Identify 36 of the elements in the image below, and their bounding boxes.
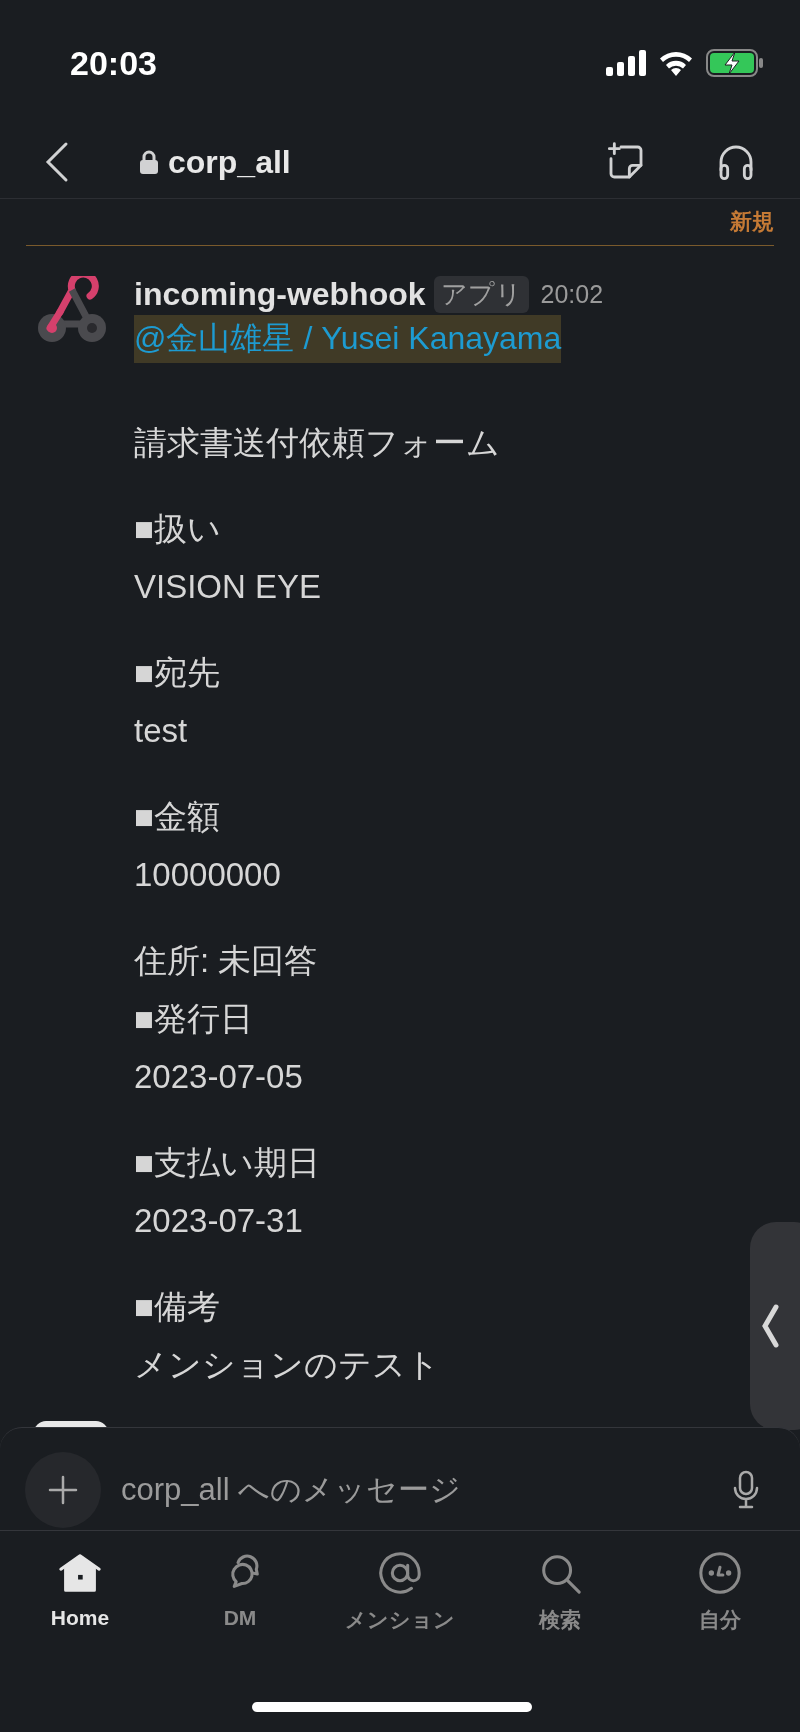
nav-tab[interactable]: メンション: [320, 1549, 480, 1635]
message-text: ■宛先: [134, 653, 221, 693]
sender-name[interactable]: incoming-webhook: [134, 276, 426, 313]
message-text: test: [134, 711, 189, 751]
channel-title: corp_all: [168, 143, 291, 181]
signal-icon: [606, 50, 646, 76]
message-text: 請求書送付依頼フォーム: [134, 423, 501, 463]
wifi-icon: [658, 50, 694, 76]
message-text: 2023-07-05: [134, 1057, 304, 1097]
message-time: 20:02: [540, 280, 604, 309]
nav-tab[interactable]: 自分: [640, 1549, 800, 1635]
back-button[interactable]: [44, 140, 70, 184]
message-text: ■備考: [134, 1287, 221, 1327]
message-text: 住所: 未回答: [134, 941, 319, 981]
message-text: メンションのテスト: [134, 1345, 441, 1385]
battery-charging-icon: [706, 49, 764, 77]
message-text: 10000000: [134, 855, 282, 895]
nav-tab[interactable]: Home: [0, 1549, 160, 1635]
face-icon: [697, 1550, 743, 1596]
at-sign-icon: [377, 1550, 423, 1596]
message-text: ■扱い: [134, 509, 222, 549]
microphone-button[interactable]: [732, 1470, 760, 1510]
status-time: 20:03: [70, 43, 157, 83]
message-input[interactable]: corp_all へのメッセージ: [119, 1471, 732, 1509]
nav-tab[interactable]: 検索: [480, 1549, 640, 1635]
nav-tab[interactable]: DM: [160, 1549, 320, 1635]
message-text: ■発行日: [134, 999, 254, 1039]
message-text: VISION EYE: [134, 567, 323, 607]
plus-icon: [48, 1475, 78, 1505]
message-text: ■支払い期日: [134, 1143, 321, 1183]
new-messages-label: 新規: [730, 208, 774, 236]
app-badge: アプリ: [433, 276, 529, 313]
side-panel-handle[interactable]: [750, 1222, 800, 1430]
message-text: ■金額: [134, 797, 221, 837]
message-text: 2023-07-31: [134, 1201, 304, 1241]
user-mention[interactable]: @金山雄星 / Yusei Kanayama: [134, 315, 562, 363]
